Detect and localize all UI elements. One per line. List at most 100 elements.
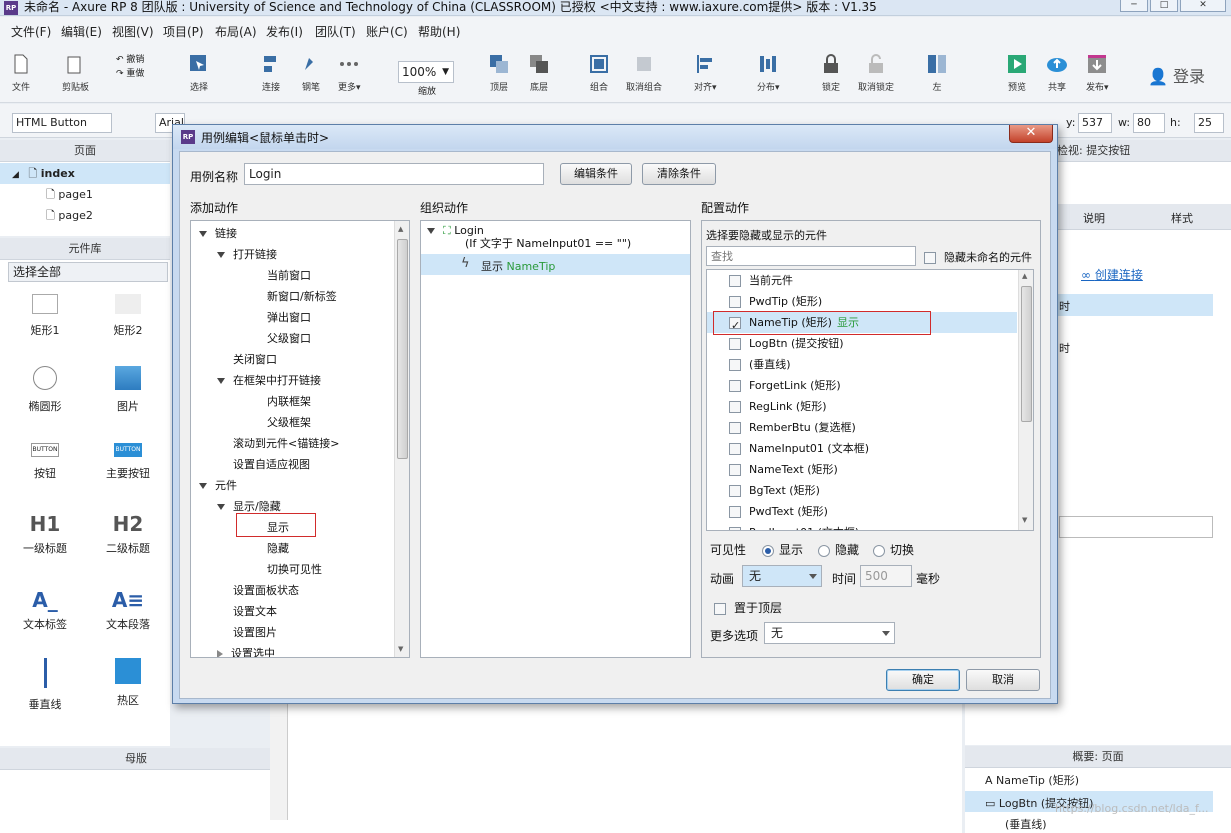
widget-checklist-item[interactable]: PwdTip (矩形)	[707, 291, 1017, 312]
create-link[interactable]: ∞ 创建连接	[1081, 266, 1143, 283]
widget-checklist-item[interactable]: BgText (矩形)	[707, 480, 1017, 501]
action-row-selected[interactable]: ϟ 显示 NameTip	[421, 254, 690, 275]
widget-search-input[interactable]	[706, 246, 916, 266]
outline-item[interactable]: A NameTip (矩形)	[985, 772, 1079, 788]
time-input[interactable]: 500	[860, 565, 912, 587]
hide-unnamed-checkbox[interactable]: 隐藏未命名的元件	[924, 249, 1032, 265]
preview-tool[interactable]: 预览	[1006, 53, 1028, 93]
align-tool[interactable]: 对齐▾	[694, 53, 717, 93]
widget-rect2[interactable]: 矩形2	[93, 294, 163, 338]
action-item[interactable]: 设置面板状态	[233, 580, 299, 601]
action-item[interactable]: 打开链接	[217, 244, 277, 265]
widget-checklist-item[interactable]: RegLink (矩形)	[707, 396, 1017, 417]
more-options-select[interactable]: 无	[764, 622, 895, 644]
maximize-button[interactable]: □	[1150, 0, 1178, 12]
tab-style[interactable]: 样式	[1171, 210, 1193, 226]
widget-checklist-item[interactable]: ForgetLink (矩形)	[707, 375, 1017, 396]
inspector-field[interactable]	[1059, 516, 1213, 538]
widget-ellipse[interactable]: 椭圆形	[10, 366, 80, 414]
menu-project[interactable]: 项目(P)	[163, 23, 204, 40]
more-tool[interactable]: 更多▾	[338, 53, 361, 93]
action-item[interactable]: 设置选中	[217, 643, 275, 657]
action-item[interactable]: 父级框架	[267, 412, 311, 433]
menu-help[interactable]: 帮助(H)	[418, 23, 460, 40]
widget-checklist-item[interactable]: 当前元件	[707, 270, 1017, 291]
front-tool[interactable]: 顶层	[488, 53, 510, 93]
back-tool[interactable]: 底层	[528, 53, 550, 93]
menu-account[interactable]: 账户(C)	[366, 23, 408, 40]
publish-tool[interactable]: 发布▾	[1086, 53, 1109, 93]
widget-h1[interactable]: H1 一级标题	[10, 512, 80, 556]
close-icon[interactable]: ✕	[1009, 125, 1053, 143]
login-button[interactable]: 👤 登录	[1148, 63, 1205, 87]
menu-publish[interactable]: 发布(I)	[266, 23, 303, 40]
widget-image[interactable]: 图片	[93, 366, 163, 414]
widget-list-scrollbar[interactable]: ▲ ▼	[1018, 270, 1033, 530]
h-field[interactable]: 25	[1194, 113, 1224, 133]
pen-tool[interactable]: 钢笔	[300, 53, 322, 93]
action-item[interactable]: 内联框架	[267, 391, 311, 412]
action-item[interactable]: 隐藏	[267, 538, 289, 559]
action-item[interactable]: 关闭窗口	[233, 349, 277, 370]
widget-checklist-item[interactable]: PwdText (矩形)	[707, 501, 1017, 522]
widget-text-paragraph[interactable]: A≡ 文本段落	[93, 588, 163, 632]
y-field[interactable]: 537	[1078, 113, 1112, 133]
action-item[interactable]: 切换可见性	[267, 559, 322, 580]
clear-condition-button[interactable]: 清除条件	[642, 163, 716, 185]
cancel-button[interactable]: 取消	[966, 669, 1040, 691]
action-item[interactable]: 新窗口/新标签	[267, 286, 337, 307]
action-item[interactable]: 滚动到元件<锚链接>	[233, 433, 339, 454]
page-index[interactable]: ◢ 🗋 index	[0, 163, 170, 184]
case-name-input[interactable]: Login	[244, 163, 544, 185]
library-filter[interactable]: 选择全部	[8, 262, 168, 282]
visibility-show-radio[interactable]: 显示	[762, 541, 803, 558]
action-item[interactable]: 设置图片	[233, 622, 277, 643]
ok-button[interactable]: 确定	[886, 669, 960, 691]
widget-checklist-item[interactable]: NameText (矩形)	[707, 459, 1017, 480]
file-tool[interactable]: 文件	[10, 53, 32, 93]
menu-layout[interactable]: 布局(A)	[215, 23, 257, 40]
menu-team[interactable]: 团队(T)	[315, 23, 356, 40]
widget-checklist-item[interactable]: NameInput01 (文本框)	[707, 438, 1017, 459]
undo-button[interactable]: ↶ 撤销	[116, 53, 144, 67]
outline-item[interactable]: (垂直线)	[1005, 816, 1047, 832]
action-tree-scrollbar[interactable]: ▲ ▼	[394, 221, 409, 657]
widget-type-select[interactable]: HTML Button	[12, 113, 112, 133]
action-item[interactable]: 设置自适应视图	[233, 454, 310, 475]
widget-vertical-line[interactable]: 垂直线	[10, 658, 80, 712]
bring-to-front-checkbox[interactable]: 置于顶层	[714, 599, 782, 616]
widget-text-label[interactable]: A_ 文本标签	[10, 588, 80, 632]
action-item[interactable]: 在框架中打开链接	[217, 370, 321, 391]
widget-h2[interactable]: H2 二级标题	[93, 512, 163, 556]
action-item[interactable]: 链接	[199, 223, 237, 244]
tab-notes[interactable]: 说明	[1083, 210, 1105, 226]
widget-rect1[interactable]: 矩形1	[10, 294, 80, 338]
action-item[interactable]: 弹出窗口	[267, 307, 311, 328]
widget-checklist-item[interactable]: (垂直线)	[707, 354, 1017, 375]
visibility-hide-radio[interactable]: 隐藏	[818, 541, 859, 558]
ungroup-tool[interactable]: 取消组合	[626, 53, 662, 93]
widget-hotspot[interactable]: 热区	[93, 658, 163, 708]
widget-checklist-item[interactable]: PwdInput01 (文本框)	[707, 522, 1017, 530]
action-item[interactable]: 父级窗口	[267, 328, 311, 349]
action-item[interactable]: 当前窗口	[267, 265, 311, 286]
clipboard-tool[interactable]: 剪贴板	[62, 53, 89, 93]
menu-file[interactable]: 文件(F)	[11, 23, 51, 40]
close-window-button[interactable]: ✕	[1180, 0, 1226, 12]
minimize-button[interactable]: ─	[1120, 0, 1148, 12]
widget-button[interactable]: BUTTON 按钮	[10, 443, 80, 481]
animation-select[interactable]: 无	[742, 565, 822, 587]
action-item[interactable]: 元件	[199, 475, 237, 496]
page-page1[interactable]: 🗋 page1	[0, 184, 170, 205]
select-tool[interactable]: 选择	[188, 53, 210, 93]
widget-checklist-item[interactable]: RemberBtu (复选框)	[707, 417, 1017, 438]
widget-checklist-item[interactable]: LogBtn (提交按钮)	[707, 333, 1017, 354]
visibility-toggle-radio[interactable]: 切换	[873, 541, 914, 558]
menu-edit[interactable]: 编辑(E)	[61, 23, 102, 40]
unlock-tool[interactable]: 取消锁定	[858, 53, 894, 93]
action-item[interactable]: 设置文本	[233, 601, 277, 622]
share-tool[interactable]: 共享	[1046, 53, 1068, 93]
group-tool[interactable]: 组合	[588, 53, 610, 93]
connect-tool[interactable]: 连接	[260, 53, 282, 93]
menu-view[interactable]: 视图(V)	[112, 23, 154, 40]
